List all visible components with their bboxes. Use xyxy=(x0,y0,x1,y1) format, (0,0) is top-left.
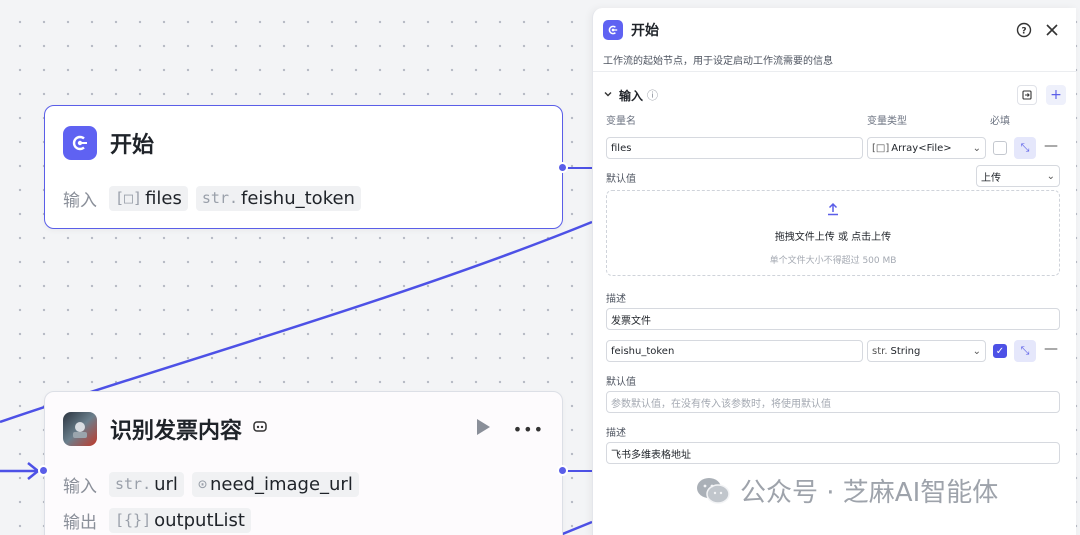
variable-type-select[interactable]: str. String ⌄ xyxy=(867,340,986,362)
variable-type-select[interactable]: [□] Array<File> ⌄ xyxy=(867,137,986,159)
recognize-node-header: 识别发票内容 ••• xyxy=(45,392,562,466)
col-name: 变量名 xyxy=(606,116,636,127)
chevron-down-icon: ⌄ xyxy=(972,345,981,357)
upload-icon xyxy=(826,201,840,220)
chevron-down-icon: ⌄ xyxy=(972,142,981,154)
input-section-title: 输入 xyxy=(619,88,644,103)
required-checkbox[interactable] xyxy=(993,141,1007,155)
start-node-title: 开始 xyxy=(110,133,155,158)
recognize-node-title: 识别发票内容 xyxy=(110,419,243,444)
panel-title: 开始 xyxy=(631,23,659,39)
panel-header: 开始 ? 工作流的起始节点，用于设定启动工作流需要的信息 xyxy=(593,8,1076,72)
start-node-header: 开始 xyxy=(45,106,562,180)
recognize-output-port[interactable] xyxy=(557,465,568,476)
start-icon xyxy=(63,126,97,160)
node-config-panel: 开始 ? 工作流的起始节点，用于设定启动工作流需要的信息 输入 ⓘ + 变量名 … xyxy=(592,8,1076,535)
recognize-node-inputs: 输入 str. url ⊙ need_image_url xyxy=(45,466,562,502)
file-upload-dropzone[interactable]: 拖拽文件上传 或 点击上传 单个文件大小不得超过 500 MB xyxy=(606,190,1060,276)
input-label: 输入 xyxy=(63,476,97,497)
type-value: String xyxy=(890,345,921,357)
start-icon xyxy=(603,20,623,40)
default-label: 默认值 xyxy=(606,377,636,388)
recognize-input-port[interactable] xyxy=(38,465,49,476)
type-value: Array<File> xyxy=(891,142,952,154)
import-icon[interactable] xyxy=(1017,85,1037,105)
col-type: 变量类型 xyxy=(867,116,907,127)
upload-text: 拖拽文件上传 或 点击上传 xyxy=(774,231,892,243)
column-headers: 变量名 变量类型 必填 xyxy=(593,106,1076,128)
variable-name-input[interactable]: feishu_token xyxy=(606,340,863,362)
start-node-inputs: 输入 [□] files str. feishu_token xyxy=(45,180,562,216)
input-label: 输入 xyxy=(63,190,97,211)
recognize-node-outputs: 输出 [{}] outputList xyxy=(45,502,562,535)
type-prefix: str. xyxy=(115,475,152,493)
col-required: 必填 xyxy=(990,116,1010,127)
chevron-down-icon[interactable] xyxy=(603,89,613,102)
remove-icon[interactable]: — xyxy=(1044,138,1058,154)
start-node[interactable]: 开始 输入 [□] files str. feishu_token xyxy=(44,105,563,229)
output-name: outputList xyxy=(154,509,245,531)
input-name: files xyxy=(145,187,182,209)
description-input[interactable]: 发票文件 xyxy=(606,308,1060,330)
input-tag-feishu-token: str. feishu_token xyxy=(195,185,361,211)
wechat-icon xyxy=(697,477,730,504)
upload-hint: 单个文件大小不得超过 500 MB xyxy=(769,255,897,266)
type-prefix: str. xyxy=(201,189,239,207)
info-icon[interactable]: ⓘ xyxy=(647,87,658,103)
recognize-node[interactable]: 识别发票内容 ••• 输入 str. url ⊙ need_image_url 输出… xyxy=(44,391,563,535)
more-icon[interactable]: ••• xyxy=(513,420,544,439)
workflow-canvas[interactable]: 开始 输入 [□] files str. feishu_token 识别发票内容 •… xyxy=(0,0,1080,535)
type-prefix: [□] xyxy=(872,142,890,154)
chevron-down-icon: ⌄ xyxy=(1046,170,1055,182)
run-icon[interactable] xyxy=(475,418,491,440)
description-input[interactable]: 飞书多维表格地址 xyxy=(606,442,1060,464)
input-name: need_image_url xyxy=(209,473,353,495)
collapse-icon[interactable]: ⤡ xyxy=(1014,137,1036,159)
input-name: url xyxy=(154,473,178,495)
type-prefix: str. xyxy=(872,345,888,357)
default-value-input[interactable]: 参数默认值，在没有传入该参数时，将使用默认值 xyxy=(606,391,1060,413)
input-section-header[interactable]: 输入 ⓘ + xyxy=(593,72,1076,106)
edge-bottom xyxy=(559,520,593,535)
close-icon[interactable] xyxy=(1038,18,1066,42)
description-label: 描述 xyxy=(606,294,626,305)
remove-icon[interactable]: — xyxy=(1044,341,1058,357)
type-prefix: ⊙ xyxy=(197,475,207,493)
collapse-icon[interactable]: ⤡ xyxy=(1014,340,1036,362)
default-mode-value: 上传 xyxy=(981,172,1001,184)
default-mode-select[interactable]: 上传 ⌄ xyxy=(976,165,1060,187)
svg-text:?: ? xyxy=(1021,27,1026,37)
help-icon[interactable]: ? xyxy=(1010,18,1038,42)
watermark-text: 公众号 · 芝麻AI智能体 xyxy=(740,478,999,508)
input-tag-files: [□] files xyxy=(109,185,188,211)
add-variable-button[interactable]: + xyxy=(1046,85,1066,105)
description-label: 描述 xyxy=(606,428,626,439)
plugin-icon xyxy=(252,419,268,439)
type-prefix: [{}] xyxy=(115,511,152,529)
output-tag-outputlist: [{}] outputList xyxy=(109,507,251,533)
recognize-avatar-icon xyxy=(63,412,97,446)
panel-description: 工作流的起始节点，用于设定启动工作流需要的信息 xyxy=(603,56,833,67)
output-label: 输出 xyxy=(63,512,97,533)
type-prefix: [□] xyxy=(115,189,143,207)
variable-name-input[interactable]: files xyxy=(606,137,863,159)
input-tag-need-image-url: ⊙ need_image_url xyxy=(191,471,359,497)
start-output-port[interactable] xyxy=(557,162,568,173)
required-checkbox[interactable]: ✓ xyxy=(993,344,1007,358)
input-tag-url: str. url xyxy=(109,471,184,497)
input-name: feishu_token xyxy=(241,187,355,209)
watermark: 公众号 · 芝麻AI智能体 xyxy=(696,472,998,509)
default-label: 默认值 xyxy=(606,174,636,185)
